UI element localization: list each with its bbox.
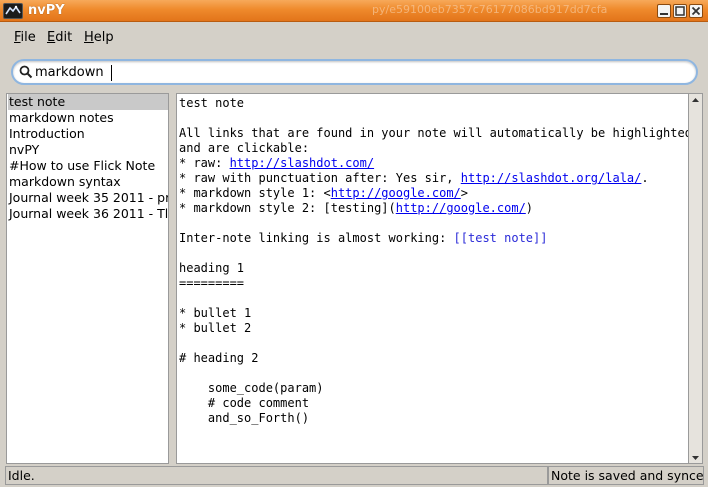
window-title: nvPY	[28, 3, 65, 18]
list-item[interactable]: Journal week 35 2011 - pre	[8, 190, 168, 206]
editor-line: test note	[179, 96, 245, 110]
list-item[interactable]: markdown syntax	[8, 174, 168, 190]
url-link[interactable]: http://google.com/	[396, 201, 526, 215]
list-item[interactable]: nvPY	[8, 142, 168, 158]
status-text: Idle.	[5, 466, 548, 485]
editor-line: All links that are found in your note wi…	[179, 126, 689, 140]
arrow-down-icon	[692, 456, 699, 460]
editor-line: # code comment	[179, 396, 310, 410]
menu-edit[interactable]: Edit	[47, 30, 72, 45]
list-item[interactable]: #How to use Flick Note	[8, 158, 168, 174]
menu-file[interactable]: File	[14, 30, 36, 45]
editor-line: and are clickable:	[179, 141, 310, 155]
close-icon	[691, 6, 701, 16]
status-bar: Idle. Note is saved and synced	[0, 465, 708, 487]
list-item[interactable]: Introduction	[8, 126, 168, 142]
list-item[interactable]: Journal week 36 2011 - Tl	[8, 206, 168, 222]
arrow-up-icon	[692, 98, 699, 102]
maximize-button[interactable]	[673, 4, 687, 18]
editor-line: * markdown style 1: <http://google.com/>	[179, 186, 468, 200]
close-button[interactable]	[689, 4, 703, 18]
editor-line: * raw with punctuation after: Yes sir, h…	[179, 171, 649, 185]
minimize-button[interactable]	[657, 4, 671, 18]
editor-scrollbar[interactable]	[689, 93, 703, 464]
editor-line: heading 1	[179, 261, 245, 275]
editor-line: * markdown style 2: [testing](http://goo…	[179, 201, 534, 215]
app-icon	[3, 3, 23, 19]
url-link[interactable]: http://slashdot.com/	[230, 156, 375, 170]
editor-line: =========	[179, 276, 245, 290]
maximize-icon	[675, 6, 685, 16]
editor-line: and_so_Forth()	[179, 411, 310, 425]
search-box[interactable]	[11, 59, 698, 85]
note-link[interactable]: [[test note]]	[454, 231, 548, 245]
scroll-down-button[interactable]	[689, 452, 702, 464]
note-editor[interactable]: test note All links that are found in yo…	[176, 93, 689, 464]
list-item[interactable]: test note	[8, 94, 168, 110]
scroll-up-button[interactable]	[689, 94, 702, 106]
url-link[interactable]: http://google.com/	[331, 186, 461, 200]
background-window-text: py/e59100eb7357c76177086bd917dd7cfa	[372, 3, 608, 16]
title-bar[interactable]: nvPY py/e59100eb7357c76177086bd917dd7cfa	[0, 0, 708, 22]
search-icon	[19, 65, 33, 79]
pane-splitter[interactable]	[169, 93, 176, 464]
search-input[interactable]	[35, 63, 675, 82]
menu-bar: File Edit Help	[0, 23, 708, 51]
notes-list[interactable]: test note markdown notes Introduction nv…	[6, 93, 169, 464]
editor-line: # heading 2	[179, 351, 259, 365]
editor-line: Inter-note linking is almost working: [[…	[179, 231, 548, 245]
sync-status: Note is saved and synced	[548, 466, 704, 485]
editor-line: some_code(param)	[179, 381, 324, 395]
menu-help[interactable]: Help	[84, 30, 114, 45]
editor-line: * bullet 1	[179, 306, 252, 320]
list-item[interactable]: markdown notes	[8, 110, 168, 126]
url-link[interactable]: http://slashdot.org/lala/	[461, 171, 642, 185]
editor-line: * raw: http://slashdot.com/	[179, 156, 375, 170]
editor-line: * bullet 2	[179, 321, 252, 335]
text-caret	[111, 65, 112, 81]
minimize-icon	[660, 13, 668, 15]
